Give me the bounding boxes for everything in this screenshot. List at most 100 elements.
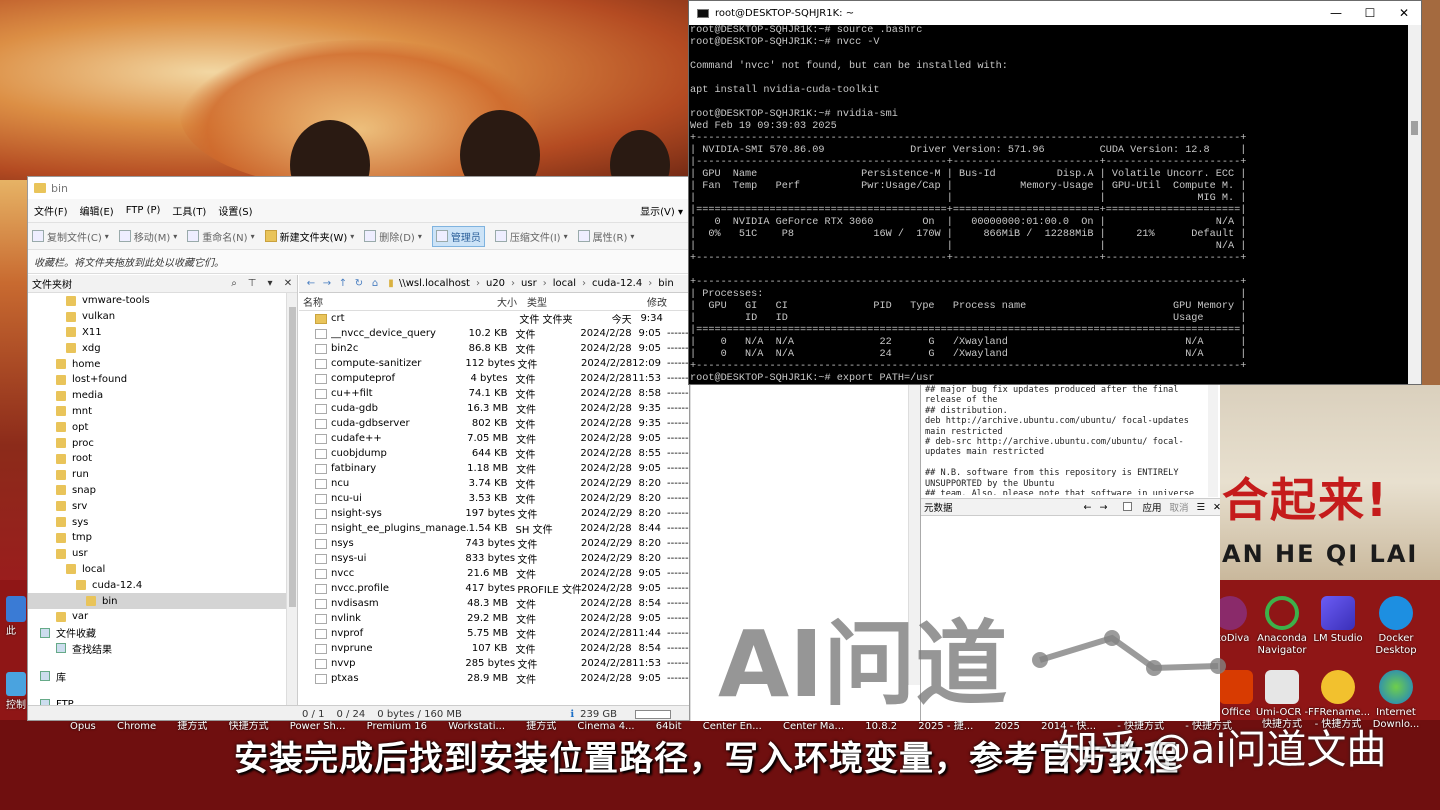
- file-row[interactable]: fatbinary 1.18 MB 文件 2024/2/28 9:05 -------: [299, 461, 689, 476]
- file-row[interactable]: computeprof 4 bytes 文件 2024/2/28 11:53 ------…: [299, 371, 689, 386]
- tree-item[interactable]: vulkan: [28, 309, 297, 325]
- forward-arrow-icon[interactable]: →: [319, 278, 335, 289]
- new-folder-button[interactable]: 新建文件夹(W) ▾: [264, 229, 354, 244]
- tree-item[interactable]: run: [28, 467, 297, 483]
- column-header-modified[interactable]: 修改: [647, 294, 687, 309]
- file-row[interactable]: nsight_ee_plugins_manage.sh 1.54 KB SH 文件 2…: [299, 521, 689, 536]
- compress-button[interactable]: 压缩文件(I) ▾: [494, 229, 568, 244]
- tree-item[interactable]: tmp: [28, 530, 297, 546]
- column-header-size[interactable]: 大小: [485, 294, 517, 309]
- tree-item[interactable]: snap: [28, 483, 297, 499]
- desktop-icon-idm[interactable]: Internet Downlo...: [1366, 670, 1426, 731]
- menu-view[interactable]: 显示(V) ▾: [640, 203, 683, 218]
- desktop-icon-this-pc[interactable]: 此: [6, 596, 26, 637]
- desktop-icon-docker[interactable]: Docker Desktop: [1366, 596, 1426, 657]
- breadcrumb-item[interactable]: \\wsl.localhost: [399, 278, 470, 289]
- tree-item[interactable]: opt: [28, 419, 297, 435]
- file-row[interactable]: ptxas 28.9 MB 文件 2024/2/28 9:05 -------: [299, 671, 689, 686]
- file-row[interactable]: nsys 743 bytes 文件 2024/2/29 8:20 -------: [299, 536, 689, 551]
- scrollbar-thumb[interactable]: [1411, 121, 1418, 135]
- file-row[interactable]: nvlink 29.2 MB 文件 2024/2/28 9:05 -------: [299, 611, 689, 626]
- preview-scrollbar[interactable]: [1208, 385, 1218, 497]
- file-row[interactable]: nvvp 285 bytes 文件 2024/2/28 11:53 -------: [299, 656, 689, 671]
- shortcut-label[interactable]: Center Ma...: [783, 721, 844, 732]
- breadcrumb-item[interactable]: cuda-12.4: [592, 278, 642, 289]
- tree-extra-item[interactable]: FTP: [28, 696, 297, 705]
- tree-item[interactable]: proc: [28, 435, 297, 451]
- desktop-icon-anaconda[interactable]: Anaconda Navigator: [1252, 596, 1312, 657]
- pin-icon[interactable]: ⊤: [243, 278, 261, 289]
- admin-button[interactable]: 管理员: [431, 225, 485, 247]
- column-header-type[interactable]: 类型: [517, 294, 647, 309]
- desktop-icon-lm-studio[interactable]: LM Studio: [1308, 596, 1368, 645]
- cancel-button[interactable]: 取消: [1169, 500, 1188, 514]
- chevron-down-icon[interactable]: ▾: [261, 278, 279, 289]
- tree-extra-item[interactable]: 库: [28, 668, 297, 684]
- shortcut-label[interactable]: Workstati...: [448, 721, 505, 732]
- address-bar[interactable]: ← → ↑ ↻ ⌂ ▮ \\wsl.localhost › u20 › usr …: [299, 275, 689, 293]
- file-row[interactable]: nvcc.profile 417 bytes PROFILE 文件 2024/2/28…: [299, 581, 689, 596]
- file-row[interactable]: nvcc 21.6 MB 文件 2024/2/28 9:05 -------: [299, 566, 689, 581]
- menu-settings[interactable]: 设置(S): [218, 203, 252, 218]
- move-button[interactable]: 移动(M) ▾: [118, 229, 177, 244]
- file-row[interactable]: cuobjdump 644 KB 文件 2024/2/28 8:55 -------: [299, 446, 689, 461]
- shortcut-label[interactable]: Opus: [70, 721, 96, 732]
- column-header-name[interactable]: 名称: [299, 294, 485, 309]
- window-titlebar[interactable]: bin: [28, 177, 689, 199]
- back-arrow-icon[interactable]: ←: [303, 278, 319, 289]
- menu-tools[interactable]: 工具(T): [172, 203, 206, 218]
- menu-icon[interactable]: ☰: [1197, 502, 1206, 513]
- tree-item[interactable]: cuda-12.4: [28, 577, 297, 593]
- desktop-icon-ffrename[interactable]: FFRename... - 快捷方式: [1308, 670, 1370, 731]
- menu-ftp[interactable]: FTP (P): [126, 205, 161, 216]
- file-row[interactable]: crt 文件 文件夹 今天 9:34: [299, 311, 689, 326]
- breadcrumb-item[interactable]: bin: [658, 278, 673, 289]
- terminal-titlebar[interactable]: root@DESKTOP-SQHJR1K: ~ — ☐ ✕: [689, 1, 1421, 25]
- tree-item[interactable]: X11: [28, 325, 297, 341]
- terminal-output[interactable]: root@DESKTOP-SQHJR1K:~# source .bashrc ro…: [689, 25, 1409, 384]
- shortcut-label[interactable]: 10.8.2: [865, 721, 897, 732]
- back-arrow-icon[interactable]: ←: [1084, 502, 1092, 513]
- file-row[interactable]: nvprof 5.75 MB 文件 2024/2/28 11:44 -------: [299, 626, 689, 641]
- tree-item[interactable]: usr: [28, 546, 297, 562]
- file-row[interactable]: nsys-ui 833 bytes 文件 2024/2/29 8:20 -------: [299, 551, 689, 566]
- tree-item[interactable]: bin: [28, 593, 297, 609]
- close-button[interactable]: ✕: [1387, 6, 1421, 20]
- shortcut-label[interactable]: Center En...: [703, 721, 762, 732]
- tree-extra-item[interactable]: 文件收藏: [28, 625, 297, 641]
- desktop-icon-umi-ocr[interactable]: Umi-OCR - 快捷方式: [1252, 670, 1312, 731]
- properties-button[interactable]: 属性(R) ▾: [577, 229, 634, 244]
- menu-edit[interactable]: 编辑(E): [80, 203, 114, 218]
- close-icon[interactable]: ✕: [279, 278, 297, 289]
- file-row[interactable]: __nvcc_device_query 10.2 KB 文件 2024/2/28 9:0…: [299, 326, 689, 341]
- breadcrumb-item[interactable]: local: [553, 278, 576, 289]
- scrollbar-thumb[interactable]: [289, 307, 296, 607]
- tree-item[interactable]: vmware-tools: [28, 293, 297, 309]
- shortcut-label[interactable]: Cinema 4...: [577, 721, 634, 732]
- tree-item[interactable]: home: [28, 356, 297, 372]
- close-icon[interactable]: ✕: [1213, 502, 1220, 513]
- tree-item[interactable]: var: [28, 609, 297, 625]
- breadcrumb-item[interactable]: usr: [521, 278, 537, 289]
- search-icon[interactable]: ⌕: [225, 278, 243, 289]
- breadcrumb-item[interactable]: u20: [486, 278, 505, 289]
- file-row[interactable]: cuda-gdbserver 802 KB 文件 2024/2/28 9:35 -----…: [299, 416, 689, 431]
- folder-tree-scrollbar[interactable]: [286, 293, 297, 705]
- delete-button[interactable]: 删除(D) ▾: [364, 229, 422, 244]
- forward-arrow-icon[interactable]: →: [1100, 502, 1108, 513]
- file-row[interactable]: cu++filt 74.1 KB 文件 2024/2/28 8:58 -------: [299, 386, 689, 401]
- tree-extra-item[interactable]: 查找结果: [28, 641, 297, 657]
- desktop-icon-control-panel[interactable]: 控制: [6, 672, 26, 711]
- menu-file[interactable]: 文件(F): [34, 203, 68, 218]
- minimize-button[interactable]: —: [1319, 6, 1353, 20]
- file-row[interactable]: compute-sanitizer 112 bytes 文件 2024/2/28 12:…: [299, 356, 689, 371]
- shortcut-label[interactable]: 64bit: [656, 721, 682, 732]
- up-arrow-icon[interactable]: ↑: [335, 278, 351, 289]
- shortcut-label[interactable]: Premium 16: [367, 721, 427, 732]
- file-row[interactable]: nvprune 107 KB 文件 2024/2/28 8:54 -------: [299, 641, 689, 656]
- file-row[interactable]: nvdisasm 48.3 MB 文件 2024/2/28 8:54 -------: [299, 596, 689, 611]
- refresh-icon[interactable]: ↻: [351, 278, 367, 289]
- tree-item[interactable]: local: [28, 562, 297, 578]
- terminal-scrollbar[interactable]: [1408, 25, 1421, 384]
- shortcut-label[interactable]: 2025: [994, 721, 1019, 732]
